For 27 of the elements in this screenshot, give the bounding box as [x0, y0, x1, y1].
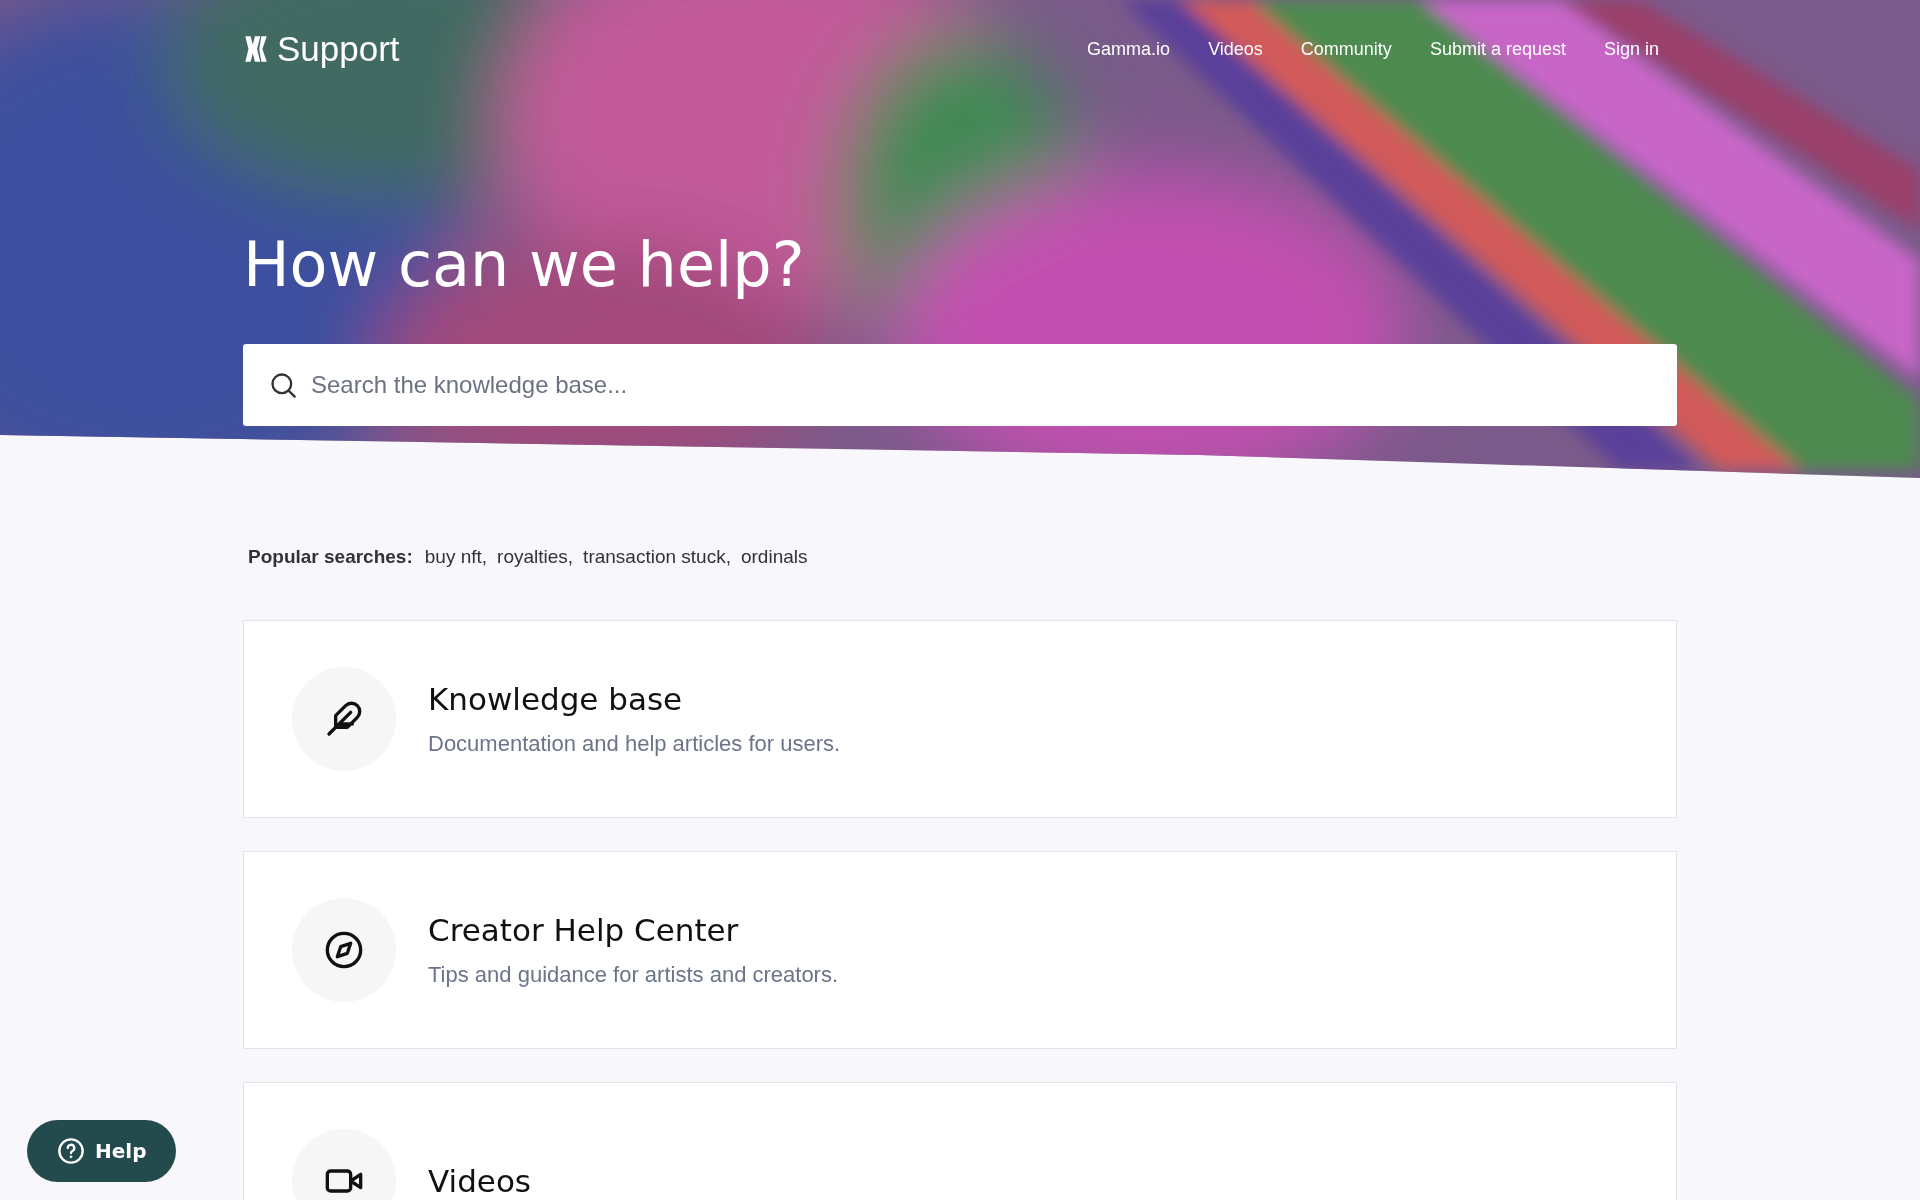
search-link[interactable]: transaction stuck,	[583, 546, 731, 568]
nav-link[interactable]: Gamma.io	[1087, 38, 1171, 60]
compass-icon	[324, 930, 364, 970]
feather-icon	[324, 699, 364, 739]
help-button[interactable]: Help	[27, 1120, 177, 1182]
category-card[interactable]: Videos	[243, 1082, 1677, 1200]
card-title: Knowledge base	[428, 681, 684, 717]
hero-heading: How can we help?	[243, 227, 806, 303]
logo[interactable]: Support	[243, 29, 400, 69]
nav-link[interactable]: Videos	[1208, 38, 1263, 60]
nav-link[interactable]: Submit a request	[1429, 38, 1566, 60]
card-title: Videos	[428, 1163, 531, 1199]
card-description: Documentation and help articles for users.	[428, 731, 841, 757]
logo-icon	[243, 34, 269, 64]
nav-link[interactable]: Sign in	[1603, 38, 1659, 60]
question-icon	[57, 1137, 85, 1165]
nav-link[interactable]: Community	[1300, 38, 1392, 60]
popular-searches-label: Popular searches:	[248, 546, 413, 568]
search-link[interactable]: ordinals	[740, 546, 808, 568]
search-link[interactable]: royalties,	[497, 546, 574, 568]
search-field[interactable]: Search the knowledge base...	[243, 344, 1677, 426]
card-title: Creator Help Center	[428, 912, 740, 948]
logo-text: Support	[277, 29, 400, 69]
search-link[interactable]: buy nft,	[424, 546, 488, 568]
category-card[interactable]: Creator Help Center Tips and guidance for artists and creators.	[243, 851, 1677, 1049]
card-description: Tips and guidance for artists and creators.	[428, 962, 839, 988]
category-card[interactable]: Knowledge base Documentation and help articles for users.	[243, 620, 1677, 818]
